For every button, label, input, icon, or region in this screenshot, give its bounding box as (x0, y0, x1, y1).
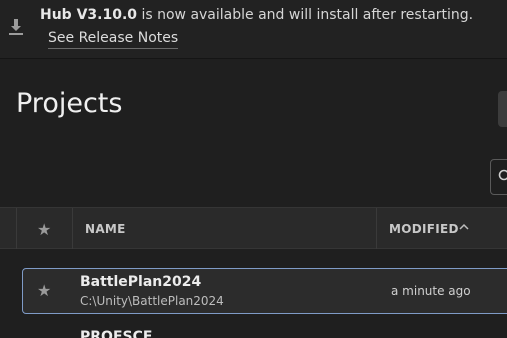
page-title: Projects (16, 88, 123, 119)
update-banner: Hub V3.10.0 is now available and will in… (0, 0, 507, 59)
favorite-column-star-icon[interactable]: ★ (37, 220, 51, 239)
project-row[interactable]: ★ BattlePlan2024 C:\Unity\BattlePlan2024… (22, 268, 507, 314)
update-message: Hub V3.10.0 is now available and will in… (40, 7, 473, 23)
column-header-name[interactable]: NAME (85, 222, 126, 236)
projects-table-header: ★ NAME MODIFIED (0, 207, 507, 249)
project-name[interactable]: PROFSCE (80, 329, 152, 338)
column-header-modified[interactable]: MODIFIED (389, 222, 459, 236)
column-divider (72, 208, 73, 249)
download-icon (9, 19, 23, 35)
project-modified: a minute ago (391, 284, 471, 298)
column-divider (376, 208, 377, 249)
search-icon (498, 169, 507, 181)
sort-ascending-icon[interactable] (458, 222, 470, 232)
release-notes-link[interactable]: See Release Notes (48, 30, 179, 49)
project-name: BattlePlan2024 (80, 274, 202, 290)
update-message-text: is now available and will install after … (137, 7, 474, 23)
new-project-button[interactable] (498, 91, 507, 127)
hub-version: Hub V3.10.0 (40, 7, 138, 23)
favorite-star-icon[interactable]: ★ (37, 281, 51, 300)
column-divider (16, 208, 17, 249)
search-input[interactable] (490, 159, 507, 195)
project-path: C:\Unity\BattlePlan2024 (80, 294, 224, 308)
